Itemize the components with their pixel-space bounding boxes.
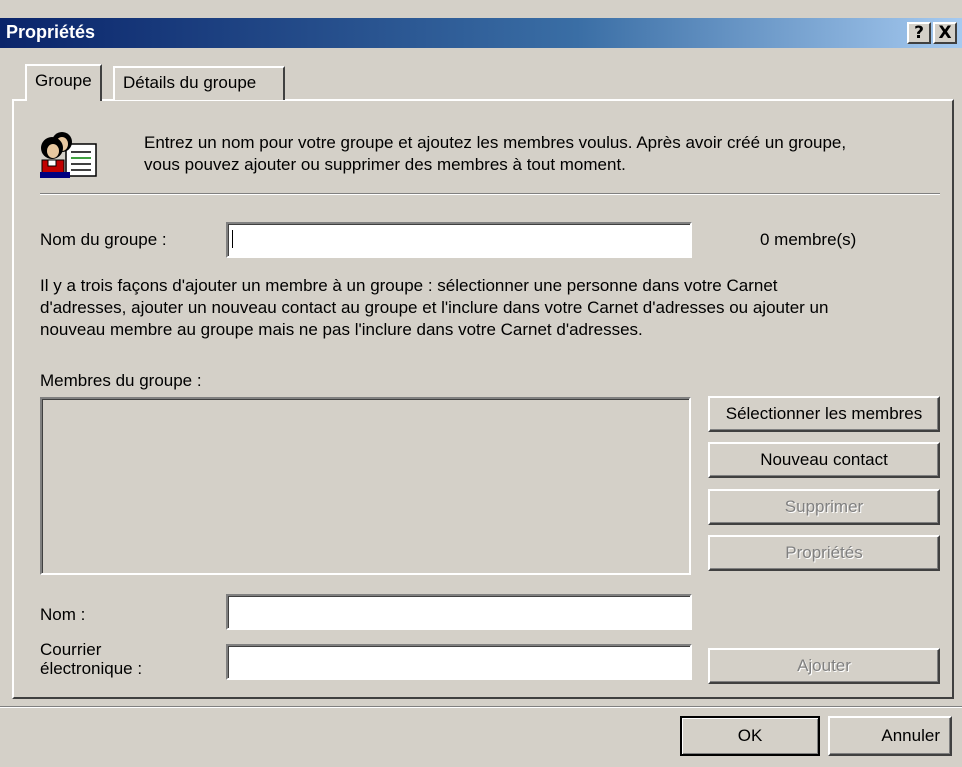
explanation-line1: Il y a trois façons d'ajouter un membre … — [40, 276, 778, 295]
email-label-line2: électronique : — [40, 659, 143, 678]
explanation-line3: nouveau membre au groupe mais ne pas l'i… — [40, 320, 643, 339]
name-input[interactable] — [226, 594, 692, 630]
explanation-line2: d'adresses, ajouter un nouveau contact a… — [40, 298, 829, 317]
window-title: Propriétés — [6, 22, 96, 42]
email-input[interactable] — [226, 644, 692, 680]
tab-groupe[interactable]: Groupe — [25, 64, 102, 101]
tab-group-details[interactable]: Détails du groupe — [113, 66, 285, 100]
members-label: Membres du groupe : — [40, 371, 202, 390]
cancel-button[interactable]: Annuler — [828, 716, 952, 756]
delete-button[interactable]: Supprimer — [708, 489, 940, 525]
member-count: 0 membre(s) — [760, 230, 857, 249]
properties-dialog: Propriétés ? X Groupe Détails du groupe … — [0, 0, 962, 767]
new-contact-button[interactable]: Nouveau contact — [708, 442, 940, 478]
intro-text-line1: Entrez un nom pour votre groupe et ajout… — [144, 133, 847, 152]
group-name-input[interactable] — [226, 222, 692, 258]
text-caret — [232, 230, 233, 248]
intro-text: Entrez un nom pour votre groupe et ajout… — [144, 132, 944, 176]
group-contacts-icon — [38, 128, 102, 185]
footer-separator — [0, 706, 962, 708]
group-name-label: Nom du groupe : — [40, 230, 167, 249]
members-list[interactable] — [40, 397, 691, 575]
properties-button[interactable]: Propriétés — [708, 535, 940, 571]
email-label: Courrier électronique : — [40, 640, 142, 678]
title-bar[interactable]: Propriétés ? X — [0, 18, 962, 48]
intro-text-line2: vous pouvez ajouter ou supprimer des mem… — [144, 155, 626, 174]
help-button[interactable]: ? — [907, 22, 931, 44]
name-label: Nom : — [40, 605, 86, 624]
add-button[interactable]: Ajouter — [708, 648, 940, 684]
explanation-text: Il y a trois façons d'ajouter un membre … — [40, 275, 950, 341]
select-members-button[interactable]: Sélectionner les membres — [708, 396, 940, 432]
ok-button[interactable]: OK — [680, 716, 820, 756]
close-button[interactable]: X — [933, 22, 957, 44]
separator — [40, 193, 940, 195]
email-label-line1: Courrier — [40, 640, 102, 659]
